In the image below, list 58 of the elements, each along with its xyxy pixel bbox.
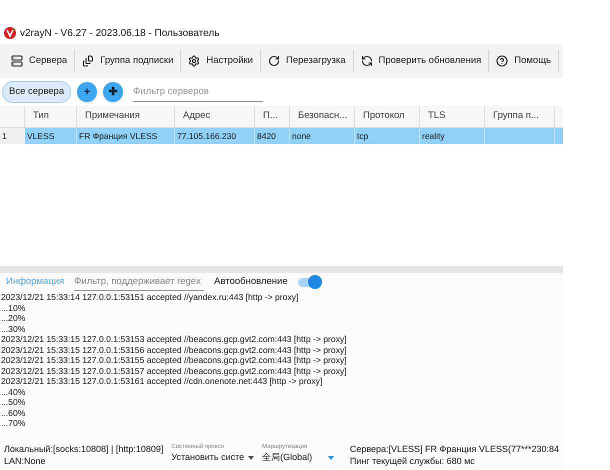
refresh-icon xyxy=(360,55,373,67)
log-line: ...50% xyxy=(1,397,26,408)
log-line: 2023/12/21 15:33:15 127.0.0.1:53155 accepted //beacons.gcp.gvt2.com:443 [http -> proxy] xyxy=(1,355,348,366)
auto-update-switch[interactable] xyxy=(298,278,320,287)
dropdown-caret-icon xyxy=(248,456,254,460)
table-cell: 8420 xyxy=(257,130,276,142)
toolbar-button[interactable]: Сервера xyxy=(4,48,74,74)
log-line: ...30% xyxy=(1,324,26,334)
column-header[interactable]: Тип xyxy=(25,106,77,127)
dropdown-caret-icon xyxy=(328,456,334,460)
table-cell: tcp xyxy=(357,130,368,142)
current-server-text: Сервера:[VLESS] FR Франция VLESS(77***230:84 xyxy=(350,443,559,455)
log-line: ...70% xyxy=(1,418,26,428)
row-number: 1 xyxy=(0,128,25,144)
toolbar-button[interactable]: Проверить обновления xyxy=(354,48,488,74)
log-line: ...40% xyxy=(1,386,26,397)
table-cell: none xyxy=(292,130,311,142)
log-line: 2023/12/21 15:33:15 127.0.0.1:53153 accepted //beacons.gcp.gvt2.com:443 [http -> proxy] xyxy=(1,334,348,344)
table-cell: FR Франция VLESS xyxy=(79,130,158,142)
column-header[interactable]: TLS xyxy=(420,106,485,127)
table-cell: 77.105.166.230 xyxy=(177,130,236,142)
log-line: ...60% xyxy=(1,408,26,418)
column-header[interactable]: Адрес xyxy=(175,106,255,127)
column-header[interactable]: Примечания xyxy=(77,106,175,127)
log-line: 2023/12/21 15:33:15 127.0.0.1:53161 accepted //cdn.onenote.net:443 [http -> proxy] xyxy=(1,376,324,386)
lan-text: LAN:None xyxy=(4,455,47,467)
log-line: ...10% xyxy=(1,302,26,313)
log-line: 2023/12/21 15:33:15 127.0.0.1:53157 accepted //beacons.gcp.gvt2.com:443 [http -> proxy] xyxy=(1,366,348,376)
table-cell: VLESS xyxy=(27,130,54,142)
table-cell: reality xyxy=(422,130,445,142)
column-header[interactable]: Группа п... xyxy=(485,106,555,127)
help-icon xyxy=(496,55,508,67)
toolbar-button[interactable]: Настройки xyxy=(181,48,260,74)
system-proxy-dropdown[interactable]: Установить систе xyxy=(171,451,254,464)
toolbar-button[interactable]: Помощь xyxy=(489,48,558,74)
add-button[interactable]: ✚ xyxy=(103,82,124,102)
routing-dropdown[interactable]: 全局(Global) xyxy=(262,451,334,464)
column-header[interactable]: П... xyxy=(255,106,290,127)
add-button[interactable]: + xyxy=(77,82,98,102)
log-line: 2023/12/21 15:33:15 127.0.0.1:53156 accepted //beacons.gcp.gvt2.com:443 [http -> proxy] xyxy=(1,344,348,355)
settings-icon xyxy=(188,55,200,67)
toolbar-button[interactable]: Группа подписки xyxy=(75,48,180,74)
reload-icon xyxy=(268,55,280,67)
column-header[interactable]: Безопасн... xyxy=(290,106,355,127)
log-line: 2023/12/21 15:33:14 127.0.0.1:53151 accepted //yandex.ru:443 [http -> proxy] xyxy=(1,292,300,302)
window-title: v2rayN - V6.27 - 2023.06.18 - Пользователь xyxy=(20,26,220,40)
app-logo-icon xyxy=(4,27,16,39)
server-group-tab[interactable]: Все сервера xyxy=(2,81,72,103)
server-filter-field[interactable]: Фильтр серверов xyxy=(133,82,264,102)
auto-update-label: Автообновление xyxy=(214,275,288,290)
log-line: ...20% xyxy=(1,313,26,324)
column-header[interactable]: Протокол xyxy=(355,106,420,127)
toolbar-button[interactable]: Перезагрузка xyxy=(261,48,353,74)
ping-text: Пинг текущей службы: 680 мс xyxy=(350,455,476,467)
document-icon xyxy=(82,55,94,67)
local-ports-text: Локальный:[socks:10808] | [http:10809] xyxy=(4,443,164,455)
server-icon xyxy=(11,55,23,67)
table-row[interactable]: 1 VLESS FR Франция VLESS 77.105.166.230 8420 none tcp reality xyxy=(0,128,563,144)
